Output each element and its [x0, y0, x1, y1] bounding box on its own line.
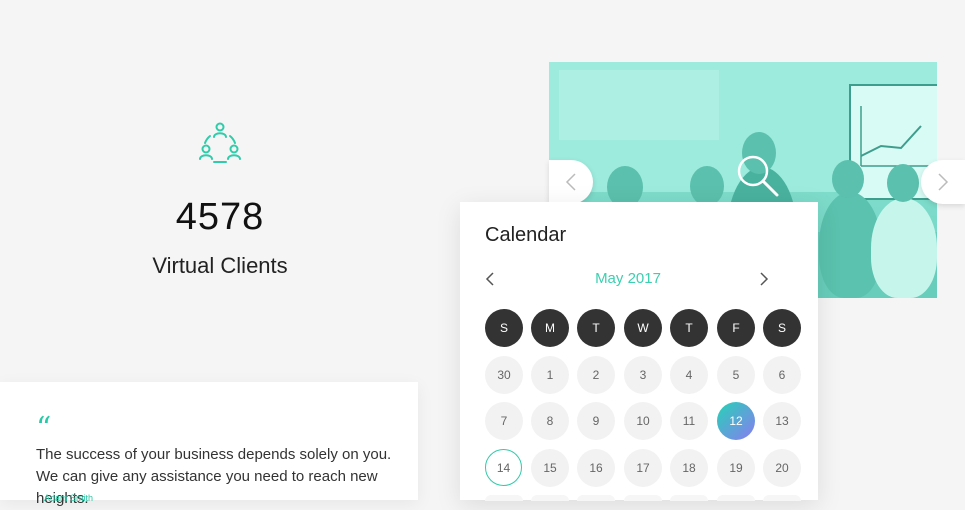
- calendar-day[interactable]: 10: [624, 402, 662, 440]
- calendar-day-selected[interactable]: 12: [717, 402, 755, 440]
- photo-person: [871, 198, 937, 298]
- calendar-day[interactable]: 7: [485, 402, 523, 440]
- calendar-day[interactable]: 2: [577, 356, 615, 394]
- calendar-day[interactable]: 16: [577, 449, 615, 487]
- stat-number: 4578: [175, 196, 265, 238]
- testimonial-card: “ The success of your business depends s…: [0, 382, 418, 507]
- chevron-right-icon: [938, 173, 949, 191]
- slider-prev-button[interactable]: [549, 160, 593, 204]
- calendar-day[interactable]: 6: [763, 356, 801, 394]
- calendar-month: May 2017: [595, 270, 661, 287]
- calendar-day[interactable]: [485, 495, 523, 501]
- stat-label: Virtual Clients: [152, 253, 288, 278]
- stat-block: 4578 Virtual Clients: [120, 120, 320, 279]
- photo-head: [690, 166, 724, 206]
- calendar-nav: May 2017: [460, 264, 818, 294]
- calendar-title: Calendar: [485, 224, 567, 246]
- calendar-day[interactable]: 9: [577, 402, 615, 440]
- calendar-day[interactable]: 20: [763, 449, 801, 487]
- weekday-header: T: [670, 309, 708, 347]
- calendar-day[interactable]: 13: [763, 402, 801, 440]
- calendar-day-highlighted[interactable]: 14: [485, 449, 522, 486]
- testimonial-author: Adam Smith: [44, 493, 94, 503]
- calendar-day[interactable]: [763, 495, 801, 501]
- people-network-icon: [199, 122, 241, 163]
- photo-head: [887, 164, 919, 202]
- quote-icon: “: [36, 411, 52, 446]
- calendar-day[interactable]: [577, 495, 615, 501]
- weekday-header: T: [577, 309, 615, 347]
- calendar-widget: Calendar May 2017 S M T W T F S 30 1 2 3…: [460, 202, 818, 501]
- weekday-header: M: [531, 309, 569, 347]
- weekday-header: S: [763, 309, 801, 347]
- search-icon[interactable]: [735, 153, 781, 199]
- calendar-day[interactable]: 18: [670, 449, 708, 487]
- photo-head: [832, 160, 864, 198]
- weekday-header: F: [717, 309, 755, 347]
- photo-window: [559, 70, 719, 140]
- chevron-right-icon[interactable]: [756, 270, 772, 288]
- calendar-day[interactable]: 17: [624, 449, 662, 487]
- calendar-day[interactable]: 30: [485, 356, 523, 394]
- calendar-day[interactable]: [531, 495, 569, 501]
- calendar-day[interactable]: [670, 495, 708, 501]
- slider-next-button[interactable]: [921, 160, 965, 204]
- calendar-day[interactable]: 11: [670, 402, 708, 440]
- weekday-header: S: [485, 309, 523, 347]
- calendar-day[interactable]: [624, 495, 662, 501]
- calendar-day[interactable]: 4: [670, 356, 708, 394]
- chevron-left-icon: [565, 173, 576, 191]
- calendar-day[interactable]: 8: [531, 402, 569, 440]
- calendar-day[interactable]: 15: [531, 449, 569, 487]
- weekday-header: W: [624, 309, 662, 347]
- calendar-day[interactable]: 3: [624, 356, 662, 394]
- calendar-day[interactable]: 1: [531, 356, 569, 394]
- calendar-day[interactable]: [717, 495, 755, 501]
- calendar-day[interactable]: 19: [717, 449, 755, 487]
- calendar-day[interactable]: 5: [717, 356, 755, 394]
